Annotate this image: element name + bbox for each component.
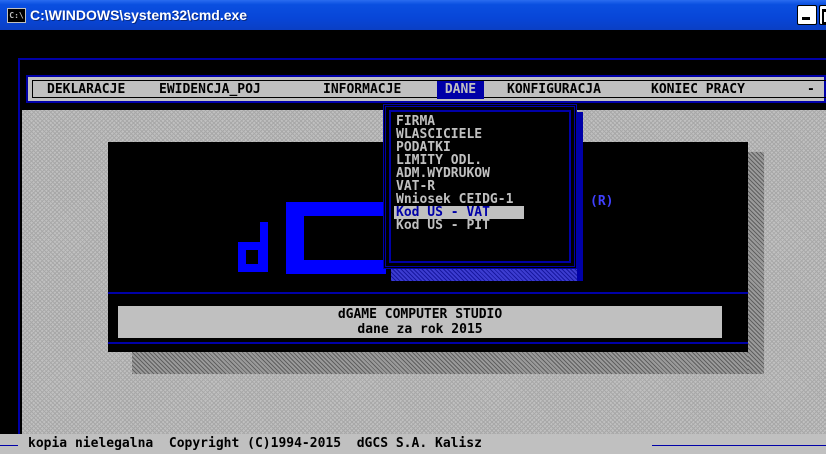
copyright-text: kopia nielegalna Copyright (C)1994-2015 … (28, 436, 482, 451)
frame-left-line (18, 58, 20, 444)
splash-shadow-right (748, 152, 764, 374)
console-area: DEKLARACJE EWIDENCJA_POJ INFORMACJE DANE… (0, 30, 826, 454)
status-bar: kopia nielegalna Copyright (C)1994-2015 … (0, 434, 826, 454)
splash-info-box: dGAME COMPUTER STUDIO dane za rok 2015 (118, 306, 722, 338)
splash-shadow-bottom (132, 352, 748, 374)
menu-informacje[interactable]: INFORMACJE (323, 81, 401, 99)
dropdown-shadow-bottom (391, 269, 577, 281)
menu-konfiguracja[interactable]: KONFIGURACJA (507, 81, 601, 99)
dropdown-shadow-right (577, 112, 583, 281)
menu-ewidencja-poj[interactable]: EWIDENCJA_POJ (159, 81, 261, 99)
menu-dane[interactable]: DANE (437, 81, 484, 99)
status-rule-right (652, 445, 826, 446)
logo-g-shape (286, 202, 386, 216)
minimize-button[interactable] (797, 5, 817, 25)
dane-dropdown-menu: FIRMA WLASCICIELE PODATKI LIMITY ODL. AD… (383, 104, 577, 269)
window-title-bar[interactable]: C:\ C:\WINDOWS\system32\cmd.exe (0, 0, 826, 30)
company-name: dGAME COMPUTER STUDIO (337, 307, 503, 322)
logo-g-shape (286, 260, 386, 274)
logo-d-shape (260, 222, 268, 272)
data-year: dane za rok 2015 (357, 322, 483, 337)
splash-divider-top (108, 292, 748, 294)
window-title: C:\WINDOWS\system32\cmd.exe (30, 7, 248, 23)
splash-divider-bottom (108, 342, 748, 344)
maximize-button[interactable] (819, 5, 826, 25)
menu-koniec-pracy[interactable]: KONIEC PRACY (651, 81, 745, 99)
menu-deklaracje[interactable]: DEKLARACJE (47, 81, 125, 99)
registered-mark: (R) (590, 194, 614, 209)
cmd-icon[interactable]: C:\ (7, 8, 26, 23)
menu-separator: - (807, 82, 815, 97)
menu-item-kod-us-pit[interactable]: Kod US - PIT (394, 219, 492, 232)
main-menu-bar: DEKLARACJE EWIDENCJA_POJ INFORMACJE DANE… (26, 75, 826, 103)
status-rule-left (0, 445, 18, 446)
frame-top-line (18, 58, 826, 60)
